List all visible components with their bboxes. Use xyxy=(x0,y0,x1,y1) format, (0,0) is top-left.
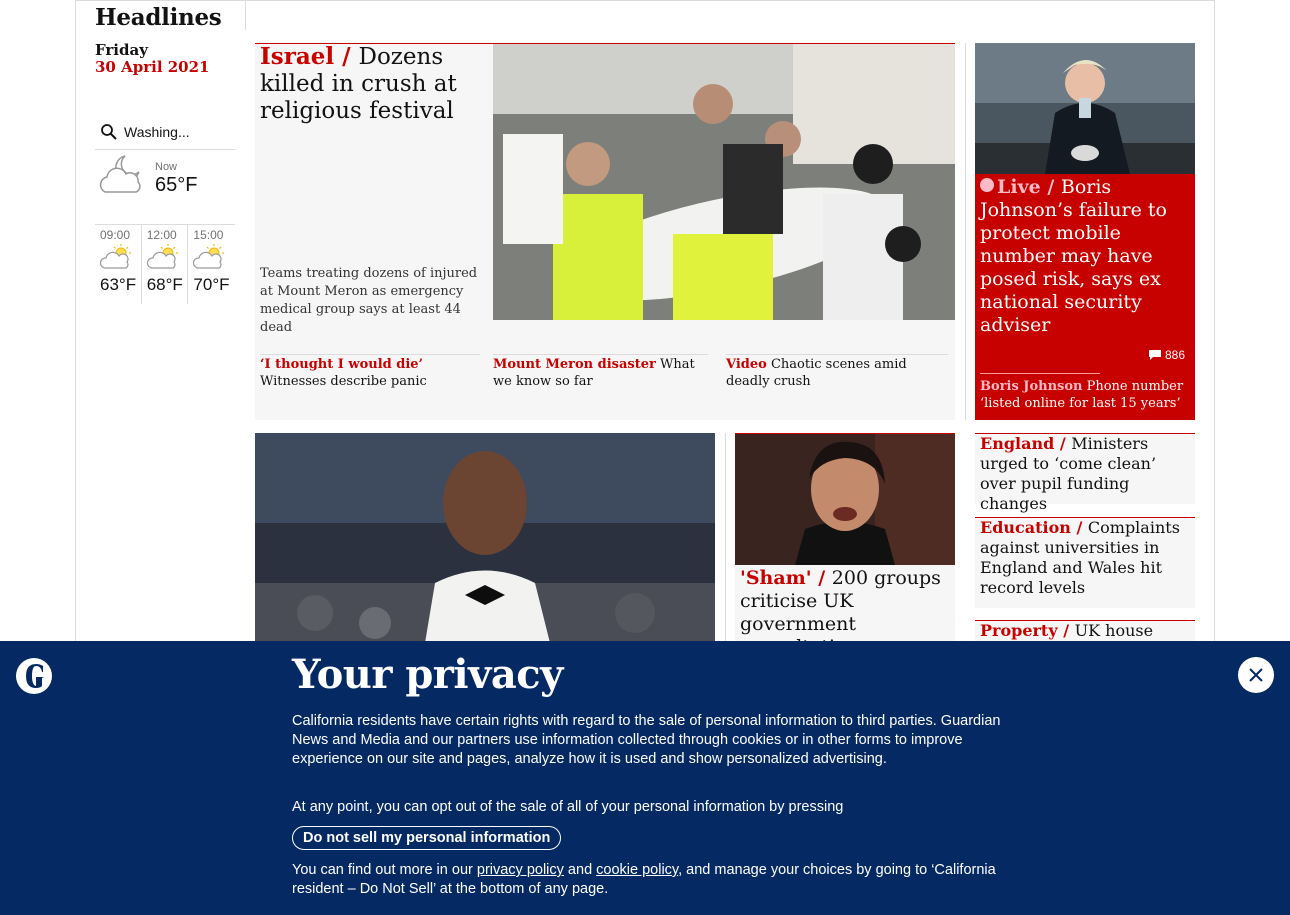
weather-location: Washing... xyxy=(124,123,190,140)
story-card[interactable]: 'Sham' / 200 groups criticise UK governm… xyxy=(735,433,955,658)
johnson-photo xyxy=(975,43,1195,174)
forecast-item: 15:00 70°F xyxy=(188,225,235,304)
live-headline: Live / Boris Johnson’s failure to protec… xyxy=(980,176,1190,337)
story-card[interactable]: Education / Complaints against universit… xyxy=(975,517,1195,608)
forecast-time: 09:00 xyxy=(100,228,131,242)
live-headline-text: Boris Johnson’s failure to protect mobil… xyxy=(980,176,1167,336)
patel-photo xyxy=(735,434,955,565)
lead-image[interactable] xyxy=(493,44,955,320)
forecast-item: 12:00 68°F xyxy=(142,225,189,304)
privacy-title: Your privacy xyxy=(292,651,563,698)
story-headline: Education / Complaints against universit… xyxy=(975,518,1195,598)
cookie-policy-link[interactable]: cookie policy xyxy=(596,862,678,878)
story-kicker: Education / xyxy=(980,518,1088,537)
date-day: Friday xyxy=(95,41,148,59)
forecast-time: 12:00 xyxy=(146,228,177,242)
privacy-banner: Your privacy California residents have c… xyxy=(0,641,1290,915)
live-kicker: Live / xyxy=(997,176,1061,198)
forecast-temp: 70°F xyxy=(193,275,230,294)
sublink-kicker: ‘I thought I would die’ xyxy=(260,357,424,372)
partly-sunny-icon xyxy=(146,244,178,269)
crowd-photo xyxy=(493,44,955,320)
top-rule xyxy=(75,0,1215,1)
privacy-text: You can find out more in our privacy pol… xyxy=(292,861,1002,899)
forecast-temp: 63°F xyxy=(100,275,137,294)
story-headline: England / Ministers urged to ‘come clean… xyxy=(975,434,1195,514)
lead-sublink[interactable]: Video Chaotic scenes amid deadly crush xyxy=(726,354,948,390)
story-headline: Property / UK house xyxy=(975,621,1195,641)
sublink-kicker: Video xyxy=(726,357,767,372)
weather-now: Now 65°F xyxy=(95,150,235,224)
story-card[interactable]: Property / UK house xyxy=(975,620,1195,643)
comment-icon xyxy=(1148,350,1161,360)
story-kicker: Property / xyxy=(980,621,1075,640)
comment-count-value: 886 xyxy=(1164,348,1185,362)
left-divider xyxy=(245,0,246,30)
privacy-policy-link[interactable]: privacy policy xyxy=(477,862,564,878)
live-image xyxy=(975,43,1195,174)
date-full: 30 April 2021 xyxy=(95,58,210,76)
lead-headline[interactable]: Israel / Dozens killed in crush at relig… xyxy=(260,43,485,125)
partly-sunny-icon xyxy=(193,244,225,269)
comment-count[interactable]: 886 xyxy=(1148,348,1185,362)
close-icon xyxy=(1249,668,1263,682)
live-pulse-icon xyxy=(980,178,994,192)
weather-forecast: 09:00 63°F 12:00 68°F 15:00 70°F xyxy=(95,224,235,304)
privacy-text: California residents have certain rights… xyxy=(292,713,1001,767)
weather-now-label: Now xyxy=(155,161,178,173)
forecast-time: 15:00 xyxy=(193,228,224,242)
sublink-kicker: Mount Meron disaster xyxy=(493,357,656,372)
story-card[interactable]: England / Ministers urged to ‘come clean… xyxy=(975,433,1195,513)
privacy-text-part: and xyxy=(563,862,597,878)
lead-sublink[interactable]: Mount Meron disaster What we know so far xyxy=(493,354,708,390)
event-photo xyxy=(255,433,715,643)
column-divider xyxy=(965,43,966,420)
lead-kicker: Israel / xyxy=(260,43,359,70)
partly-cloudy-night-icon xyxy=(99,155,141,193)
live-story-card[interactable]: Live / Boris Johnson’s failure to protec… xyxy=(975,43,1195,420)
privacy-text-part: You can find out more in our xyxy=(292,862,477,878)
forecast-temp: 68°F xyxy=(146,275,183,294)
live-sublink-kicker: Boris Johnson xyxy=(980,379,1083,394)
feature-image[interactable] xyxy=(255,433,715,643)
weather-location-search[interactable]: Washing... xyxy=(95,114,235,150)
lead-standfirst: Teams treating dozens of injured at Moun… xyxy=(260,266,478,335)
partly-sunny-icon xyxy=(99,244,131,269)
weather-now-temp: 65°F xyxy=(155,174,198,196)
search-icon xyxy=(101,123,117,140)
do-not-sell-button[interactable]: Do not sell my personal information xyxy=(292,826,562,850)
section-title: Headlines xyxy=(95,4,222,31)
guardian-logo-icon xyxy=(16,658,52,694)
live-sublink[interactable]: Boris Johnson Phone number ‘listed onlin… xyxy=(980,378,1190,412)
story-headline-text: UK house xyxy=(1074,621,1154,640)
story-kicker: England / xyxy=(980,434,1072,453)
lead-sublink[interactable]: ‘I thought I would die’ Witnesses descri… xyxy=(260,354,480,390)
live-divider xyxy=(980,373,1100,374)
story-image xyxy=(735,434,955,565)
close-button[interactable] xyxy=(1238,657,1274,693)
column-divider xyxy=(725,433,726,643)
privacy-text: At any point, you can opt out of the sal… xyxy=(292,799,844,815)
sublink-text: Witnesses describe panic xyxy=(260,374,427,389)
story-kicker: 'Sham' / xyxy=(740,567,832,589)
forecast-item: 09:00 63°F xyxy=(95,225,142,304)
